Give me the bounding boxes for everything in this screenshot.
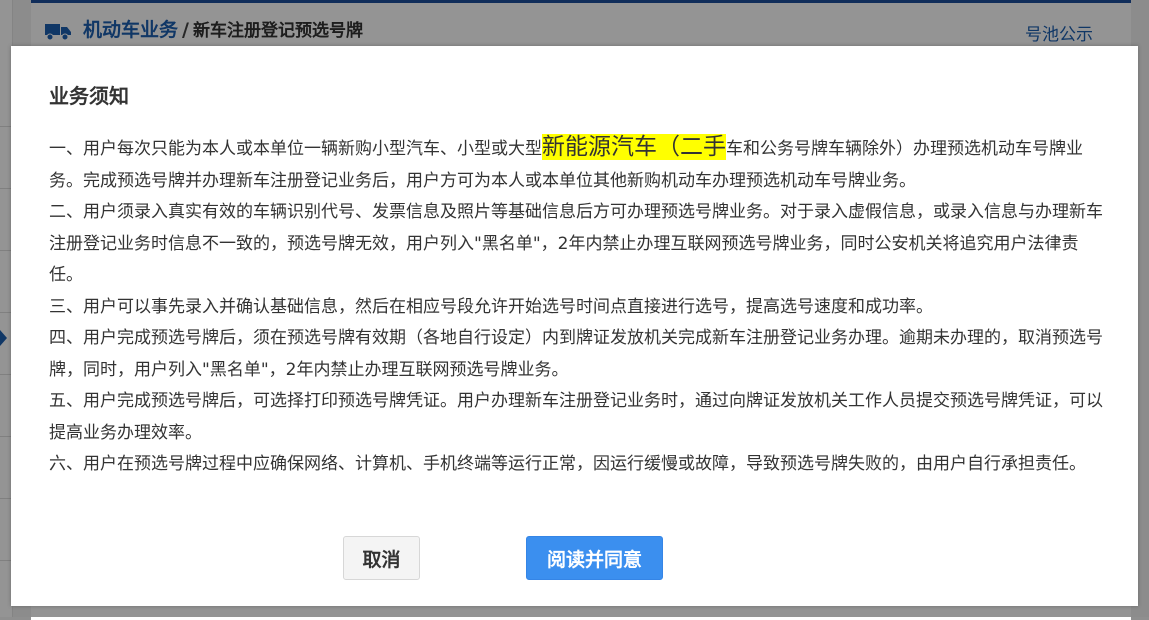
notice-paragraph-6: 六、用户在预选号牌过程中应确保网络、计算机、手机终端等运行正常，因运行缓慢或故障… (49, 454, 1086, 474)
dialog-title: 业务须知 (49, 84, 129, 108)
dialog-body: 一、用户每次只能为本人或本单位一辆新购小型汽车、小型或大型新能源汽车（二手车和公… (49, 132, 1105, 481)
highlighted-text: 新能源汽车（二手 (542, 134, 726, 160)
notice-dialog: 业务须知 一、用户每次只能为本人或本单位一辆新购小型汽车、小型或大型新能源汽车（… (11, 46, 1138, 606)
paragraph-text: 一、用户每次只能为本人或本单位一辆新购小型汽车、小型或大型 (49, 139, 542, 159)
notice-paragraph-2: 二、用户须录入真实有效的车辆识别代号、发票信息及照片等基础信息后方可办理预选号牌… (49, 202, 1103, 285)
notice-paragraph-5: 五、用户完成预选号牌后，可选择打印预选号牌凭证。用户办理新车注册登记业务时，通过… (49, 391, 1103, 443)
read-and-agree-button[interactable]: 阅读并同意 (526, 536, 663, 580)
cancel-button[interactable]: 取消 (343, 536, 420, 580)
notice-paragraph-3: 三、用户可以事先录入并确认基础信息，然后在相应号段允许开始选号时间点直接进行选号… (49, 296, 933, 317)
notice-paragraph-4: 四、用户完成预选号牌后，须在预选号牌有效期（各地自行设定）内到牌证发放机关完成新… (49, 328, 1103, 380)
notice-paragraph-1: 一、用户每次只能为本人或本单位一辆新购小型汽车、小型或大型新能源汽车（二手车和公… (49, 132, 1105, 197)
